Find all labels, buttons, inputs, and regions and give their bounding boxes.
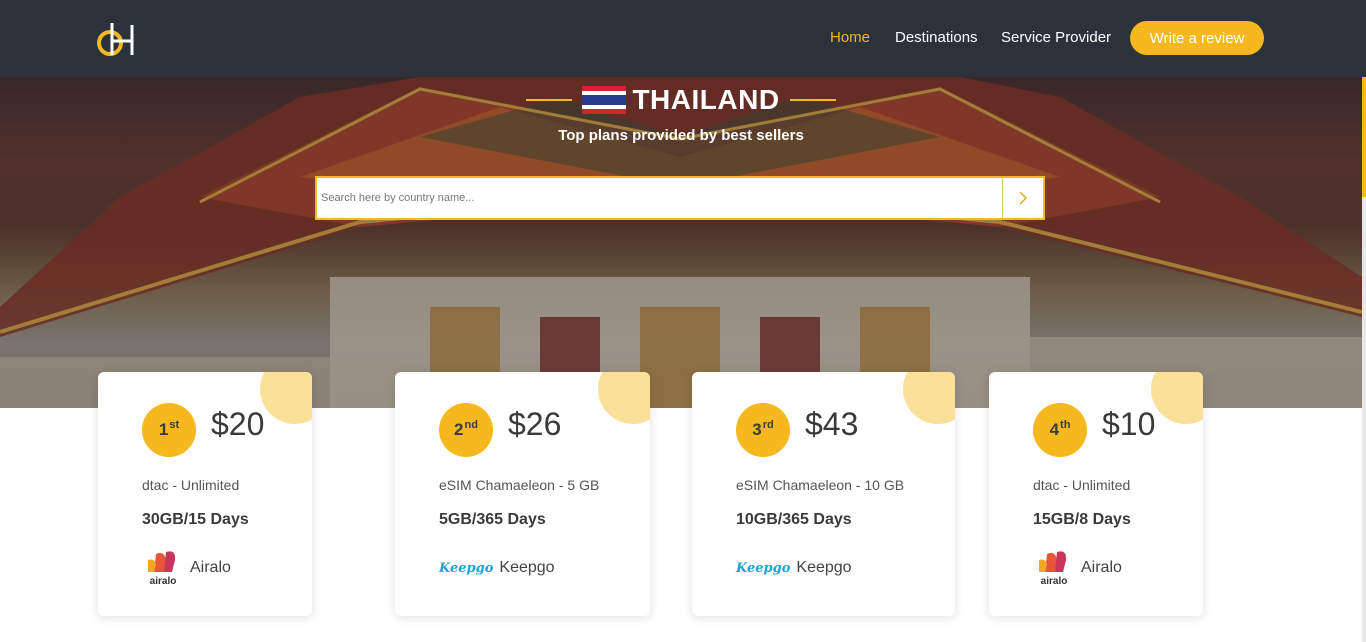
plan-card[interactable]: 2nd $26 eSIM Chamaeleon - 5 GB 5GB/365 D… [395,372,650,616]
provider-name: Keepgo [499,559,555,576]
keepgo-logo-icon: Keepgo [736,560,791,576]
card-corner-decoration [598,372,650,424]
plan-card[interactable]: 1st $20 dtac - Unlimited 30GB/15 Days ai… [98,372,312,616]
heading-divider-right [789,99,836,101]
plan-name: dtac - Unlimited [142,477,240,493]
search-submit-button[interactable] [1002,178,1043,218]
nav-destinations[interactable]: Destinations [895,29,978,46]
plan-data-allowance: 10GB/365 Days [736,511,852,528]
provider[interactable]: Keepgo Keepgo [439,550,555,586]
provider[interactable]: Keepgo Keepgo [736,550,852,586]
provider-name: Airalo [1081,559,1122,576]
card-corner-decoration [260,372,312,424]
country-search-bar [315,176,1045,220]
country-search-input[interactable] [317,178,1002,218]
plan-data-allowance: 5GB/365 Days [439,511,546,528]
provider[interactable]: airalo Airalo [1033,550,1122,586]
hero-subtitle: Top plans provided by best sellers [558,127,804,144]
plan-card[interactable]: 3rd $43 eSIM Chamaeleon - 10 GB 10GB/365… [692,372,955,616]
plan-data-allowance: 30GB/15 Days [142,511,249,528]
plan-name: eSIM Chamaeleon - 10 GB [736,477,905,493]
airalo-logo-icon: airalo [1039,551,1068,586]
rank-badge: 2nd [439,403,493,457]
keepgo-logo-icon: Keepgo [439,560,494,576]
thailand-flag-icon [582,86,627,114]
plan-price: $43 [805,406,859,442]
card-corner-decoration [1151,372,1203,424]
plan-price: $26 [508,406,562,442]
provider[interactable]: airalo Airalo [142,550,231,586]
country-title: THAILAND [632,84,780,115]
nav-service-provider[interactable]: Service Provider [1001,29,1111,46]
plan-name: dtac - Unlimited [1033,477,1131,493]
site-logo-icon[interactable] [96,19,140,59]
plan-price: $20 [211,406,265,442]
nav-home[interactable]: Home [830,29,870,46]
rank-badge: 4th [1033,403,1087,457]
provider-name: Keepgo [796,559,852,576]
country-heading: THAILAND [0,84,1362,116]
provider-name: Airalo [190,559,231,576]
plan-name: eSIM Chamaeleon - 5 GB [439,477,600,493]
plan-price: $10 [1102,406,1156,442]
heading-divider-left [526,99,573,101]
page-scrollbar-thumb[interactable] [1362,77,1366,197]
write-review-button[interactable]: Write a review [1130,21,1264,55]
svg-text:airalo: airalo [150,576,177,586]
svg-text:airalo: airalo [1041,576,1068,586]
site-header: Home Destinations Service Provider Write… [0,0,1366,77]
rank-badge: 3rd [736,403,790,457]
airalo-logo-icon: airalo [148,551,177,586]
rank-badge: 1st [142,403,196,457]
plan-data-allowance: 15GB/8 Days [1033,511,1131,528]
plan-card[interactable]: 4th $10 dtac - Unlimited 15GB/8 Days air… [989,372,1203,616]
card-corner-decoration [903,372,955,424]
chevron-right-icon [1019,191,1028,205]
